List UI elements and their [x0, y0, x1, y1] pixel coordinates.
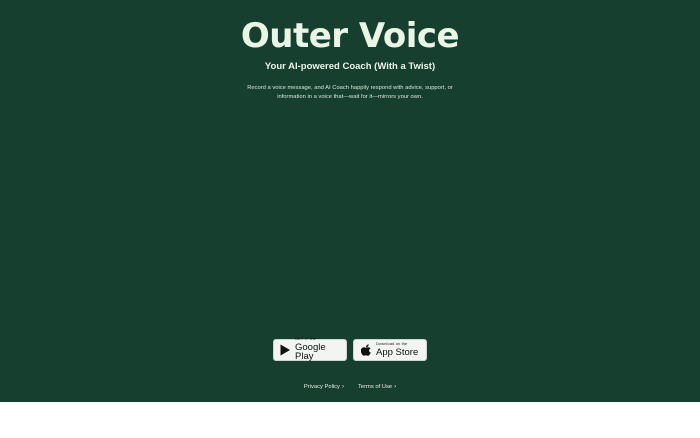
- chevron-right-icon: ›: [341, 384, 344, 390]
- app-title: Outer Voice: [240, 16, 460, 56]
- store-badges: GET IT ON Google Play Download on the Ap…: [0, 337, 700, 363]
- google-play-label: Google Play: [295, 341, 326, 363]
- hero: Outer Voice Your AI-powered Coach (With …: [0, 16, 700, 102]
- app-store-text: Download on the App Store: [376, 342, 419, 358]
- privacy-policy-label: Privacy Policy: [303, 384, 340, 390]
- google-play-button[interactable]: GET IT ON Google Play: [273, 337, 347, 363]
- app-store-button[interactable]: Download on the App Store: [353, 339, 427, 361]
- google-play-icon: [280, 344, 291, 356]
- app-subtitle: Your AI-powered Coach (With a Twist): [264, 60, 436, 72]
- page-bottom-area: [0, 402, 700, 438]
- chevron-right-icon: ›: [394, 384, 397, 390]
- footer-links: Privacy Policy › Terms of Use ›: [0, 384, 700, 390]
- apple-icon: [360, 344, 372, 356]
- app-description: Record a voice message, and AI Coach hap…: [247, 84, 453, 101]
- google-play-text: GET IT ON Google Play: [295, 337, 340, 363]
- terms-of-use-label: Terms of Use: [357, 384, 393, 390]
- privacy-policy-link[interactable]: Privacy Policy ›: [304, 384, 344, 390]
- app-store-label: App Store: [376, 346, 419, 358]
- terms-of-use-link[interactable]: Terms of Use ›: [358, 384, 396, 390]
- landing-page: Outer Voice Your AI-powered Coach (With …: [0, 0, 700, 402]
